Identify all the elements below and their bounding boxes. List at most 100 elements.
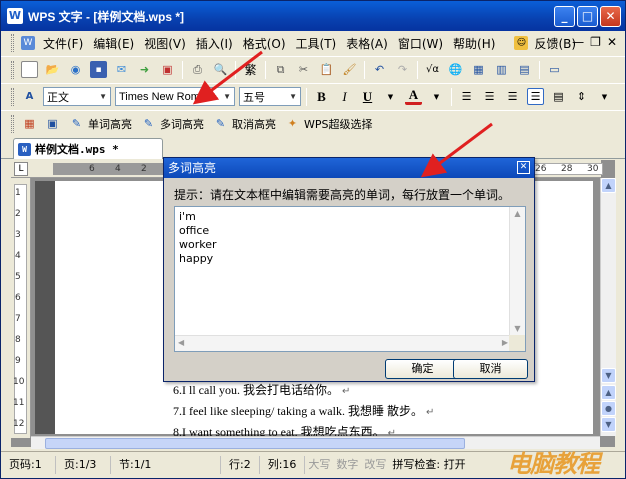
style-select[interactable]: 正文 ▼ xyxy=(43,87,111,106)
browse-object-button[interactable]: ● xyxy=(601,401,616,416)
undo-icon[interactable]: ↶ xyxy=(371,61,388,78)
document-tab[interactable]: W 样例文档.wps * xyxy=(13,138,163,159)
insert-image-icon[interactable]: ▤ xyxy=(516,61,533,78)
pdf-icon[interactable]: ▣ xyxy=(159,61,176,78)
toolbox-icon[interactable]: ▦ xyxy=(21,115,38,132)
word-line: worker xyxy=(179,238,217,251)
doc-close-button[interactable]: ✕ xyxy=(607,35,617,49)
chevron-right-icon[interactable]: ▶ xyxy=(502,338,508,347)
menu-tools[interactable]: 工具(T) xyxy=(291,35,342,52)
status-overwrite[interactable]: 改写 xyxy=(361,456,389,474)
underline-button[interactable]: U xyxy=(359,88,376,105)
font-color-button[interactable]: A xyxy=(405,87,422,105)
font-size-value: 五号 xyxy=(243,91,265,104)
chevron-down-icon[interactable]: ▼ xyxy=(510,324,525,333)
status-spell-check[interactable]: 拼写检查: 打开 xyxy=(389,456,468,474)
menu-window[interactable]: 窗口(W) xyxy=(393,35,448,52)
ok-button[interactable]: 确定 xyxy=(385,359,460,379)
menu-edit[interactable]: 编辑(E) xyxy=(88,35,139,52)
super-select-button[interactable]: ✦ WPS超级选择 xyxy=(280,115,377,132)
align-right-icon[interactable]: ☰ xyxy=(504,88,521,105)
doc-minimize-button[interactable]: — xyxy=(572,35,584,49)
redo-icon[interactable]: ↷ xyxy=(394,61,411,78)
previous-page-button[interactable]: ▲ xyxy=(601,385,616,400)
close-button[interactable]: ✕ xyxy=(600,6,621,27)
cancel-button[interactable]: 取消 xyxy=(453,359,528,379)
scroll-down-button[interactable]: ▼ xyxy=(601,368,616,383)
formula-icon[interactable]: √α xyxy=(424,61,441,78)
words-textarea[interactable]: i'm office worker happy ▲ ▼ ◀ ▶ xyxy=(174,206,526,352)
document-line[interactable]: 7.I feel like sleeping/ taking a walk. 我… xyxy=(173,402,434,419)
format-painter-icon[interactable]: 🖌 xyxy=(341,61,358,78)
highlight-icon: ✎ xyxy=(215,117,226,130)
open-web-icon[interactable]: ◉ xyxy=(67,61,84,78)
horizontal-scroll-thumb[interactable] xyxy=(45,438,465,449)
maximize-button[interactable]: □ xyxy=(577,6,598,27)
save-icon[interactable]: ▪ xyxy=(90,61,107,78)
textarea-horizontal-scrollbar[interactable]: ◀ ▶ xyxy=(175,335,511,351)
menu-view[interactable]: 视图(V) xyxy=(139,35,191,52)
menu-format[interactable]: 格式(O) xyxy=(238,35,291,52)
new-document-icon[interactable] xyxy=(21,61,38,78)
cancel-highlight-button[interactable]: ✎ 取消高亮 xyxy=(208,115,280,132)
menu-feedback[interactable]: ☺ 反馈(B) xyxy=(506,35,581,52)
open-folder-icon[interactable]: 📂 xyxy=(44,61,61,78)
ruler-number: 12 xyxy=(13,419,25,429)
line-spacing-icon[interactable]: ⇕ xyxy=(573,88,590,105)
chevron-left-icon[interactable]: ◀ xyxy=(178,338,184,347)
menu-help[interactable]: 帮助(H) xyxy=(448,35,500,52)
chevron-down-icon[interactable]: ▼ xyxy=(382,88,399,105)
status-num[interactable]: 数字 xyxy=(333,456,361,474)
chevron-down-icon[interactable]: ▼ xyxy=(428,88,445,105)
justify-icon[interactable]: ☰ xyxy=(527,88,544,105)
next-page-button[interactable]: ▼ xyxy=(601,417,616,432)
status-caps[interactable]: 大写 xyxy=(305,456,333,474)
toolbar-grip[interactable] xyxy=(11,87,14,106)
print-icon[interactable]: ⎙ xyxy=(189,61,206,78)
export-icon[interactable]: ➜ xyxy=(136,61,153,78)
document-line[interactable]: 8.I want something to eat. 我想吃点东西。 ↵ xyxy=(173,423,396,436)
horizontal-scrollbar[interactable] xyxy=(31,436,600,449)
document-line[interactable]: 6.I ll call you. 我会打电话给你。 ↵ xyxy=(173,381,350,398)
chevron-down-icon[interactable]: ▼ xyxy=(596,88,613,105)
toolbar-grip[interactable] xyxy=(11,34,14,52)
bold-button[interactable]: B xyxy=(313,88,330,105)
textarea-vertical-scrollbar[interactable]: ▲ ▼ xyxy=(509,207,525,335)
menu-table[interactable]: 表格(A) xyxy=(341,35,393,52)
dialog-title: 多词高亮 xyxy=(168,161,217,175)
word-highlight-button[interactable]: ✎ 单词高亮 xyxy=(64,115,136,132)
scroll-up-button[interactable]: ▲ xyxy=(601,178,616,193)
cut-icon[interactable]: ✂ xyxy=(295,61,312,78)
toolbar-grip[interactable] xyxy=(11,60,14,79)
vertical-scrollbar[interactable]: ▲ ▼ ▲ ● ▼ xyxy=(600,178,616,436)
panel-icon[interactable]: ▣ xyxy=(44,115,61,132)
copy-icon[interactable]: ⧉ xyxy=(272,61,289,78)
align-left-icon[interactable]: ☰ xyxy=(458,88,475,105)
hyperlink-icon[interactable]: 🌐 xyxy=(447,61,464,78)
ruler-number: 6 xyxy=(15,293,21,303)
font-size-select[interactable]: 五号 ▼ xyxy=(239,87,301,106)
email-icon[interactable]: ✉ xyxy=(113,61,130,78)
minimize-button[interactable]: _ xyxy=(554,6,575,27)
italic-button[interactable]: I xyxy=(336,88,353,105)
doc-restore-button[interactable]: ❐ xyxy=(590,35,601,49)
distributed-align-icon[interactable]: ▤ xyxy=(550,88,567,105)
table-icon[interactable]: ▦ xyxy=(470,61,487,78)
chevron-up-icon[interactable]: ▲ xyxy=(510,209,525,218)
ruler-number: 2 xyxy=(141,164,147,174)
align-center-icon[interactable]: ☰ xyxy=(481,88,498,105)
menu-insert[interactable]: 插入(I) xyxy=(191,35,238,52)
print-preview-icon[interactable]: 🔍 xyxy=(212,61,229,78)
traditional-chinese-icon[interactable]: 繁 xyxy=(242,61,259,78)
columns-icon[interactable]: ▥ xyxy=(493,61,510,78)
paste-icon[interactable]: 📋 xyxy=(318,61,335,78)
font-select[interactable]: Times New Roman ▼ xyxy=(115,87,235,106)
multi-word-highlight-button[interactable]: ✎ 多词高亮 xyxy=(136,115,208,132)
vertical-ruler: 1 2 3 4 5 6 7 8 9 10 11 12 xyxy=(11,178,31,438)
dialog-close-icon[interactable]: ✕ xyxy=(517,161,530,174)
document-line-text: 7.I feel like sleeping/ taking a walk. 我… xyxy=(173,404,423,418)
menu-file[interactable]: 文件(F) xyxy=(38,35,88,52)
browser-icon[interactable]: ▭ xyxy=(546,61,563,78)
tab-stop-selector[interactable]: L xyxy=(14,162,28,176)
toolbar-grip[interactable] xyxy=(11,114,14,133)
